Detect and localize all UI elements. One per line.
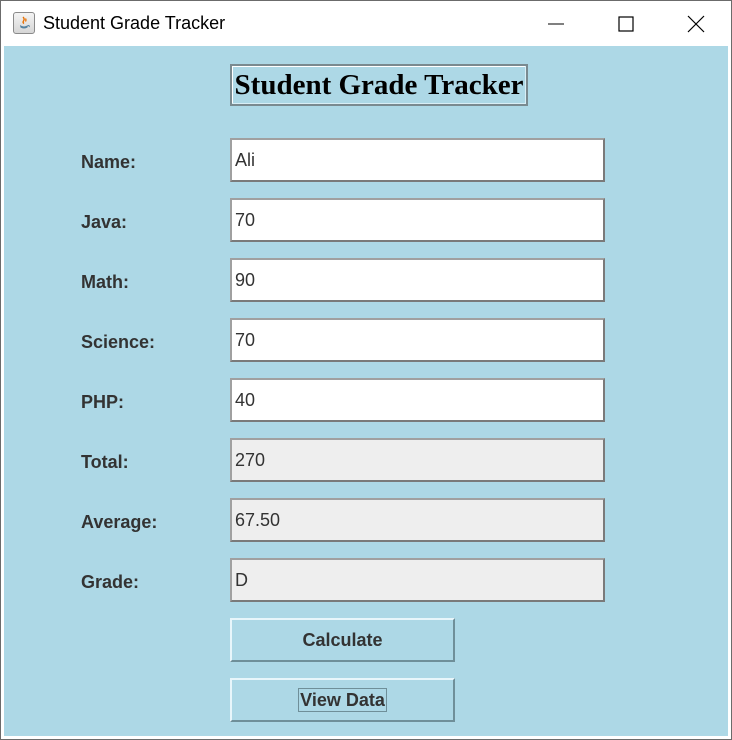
window-title: Student Grade Tracker bbox=[43, 13, 226, 33]
close-icon bbox=[687, 15, 705, 33]
java-icon[interactable] bbox=[13, 12, 35, 34]
minimize-icon bbox=[548, 23, 564, 25]
page-title: Student Grade Tracker bbox=[230, 64, 528, 106]
php-label: PHP: bbox=[81, 392, 125, 412]
name-field[interactable] bbox=[230, 138, 605, 182]
title-bar[interactable]: Student Grade Tracker bbox=[1, 1, 731, 46]
grade-label: Grade: bbox=[81, 572, 140, 592]
science-label: Science: bbox=[81, 332, 156, 352]
view-data-button[interactable]: View Data bbox=[230, 678, 455, 722]
grade-field bbox=[230, 558, 605, 602]
php-field[interactable] bbox=[230, 378, 605, 422]
minimize-button[interactable] bbox=[521, 1, 591, 46]
java-label: Java: bbox=[81, 212, 128, 232]
average-field bbox=[230, 498, 605, 542]
calculate-button[interactable]: Calculate bbox=[230, 618, 455, 662]
java-field[interactable] bbox=[230, 198, 605, 242]
maximize-button[interactable] bbox=[591, 1, 661, 46]
total-field bbox=[230, 438, 605, 482]
maximize-icon bbox=[618, 16, 634, 32]
name-label: Name: bbox=[81, 152, 137, 172]
main-panel: Student Grade Tracker Name: Java: Math: … bbox=[4, 46, 728, 736]
average-label: Average: bbox=[81, 512, 158, 532]
close-button[interactable] bbox=[661, 1, 731, 46]
app-window: Student Grade Tracker Student Grade Trac… bbox=[0, 0, 732, 740]
math-label: Math: bbox=[81, 272, 129, 292]
science-field[interactable] bbox=[230, 318, 605, 362]
total-label: Total: bbox=[81, 452, 129, 472]
view-data-button-label: View Data bbox=[298, 688, 387, 712]
math-field[interactable] bbox=[230, 258, 605, 302]
calculate-button-label: Calculate bbox=[302, 630, 383, 650]
